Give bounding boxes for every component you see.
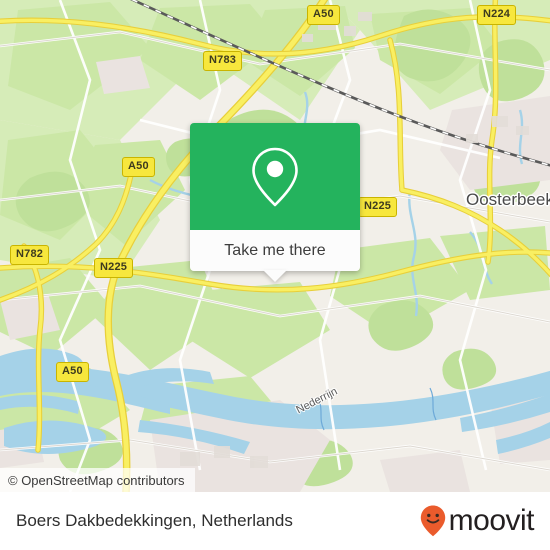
place-label-oosterbeek: Oosterbeek [466, 190, 550, 209]
moovit-map-screenshot: A50 N224 N783 A50 N225 N782 N225 A50 Oos… [0, 0, 550, 550]
map-pin-icon [252, 147, 298, 206]
moovit-brand[interactable]: moovit [419, 504, 535, 538]
road-shield-n783[interactable]: N783 [203, 51, 243, 71]
osm-attribution[interactable]: © OpenStreetMap contributors [0, 468, 195, 492]
location-callout-card[interactable]: Take me there [190, 123, 360, 282]
road-shield-n225-east[interactable]: N225 [358, 197, 398, 217]
road-shield-n782[interactable]: N782 [10, 245, 50, 265]
map-canvas[interactable]: A50 N224 N783 A50 N225 N782 N225 A50 Oos… [0, 0, 550, 492]
moovit-pin-smile-icon [420, 505, 445, 537]
moovit-wordmark: moovit [448, 504, 535, 537]
road-shield-a50-south[interactable]: A50 [56, 362, 89, 382]
take-me-there-label: Take me there [224, 241, 326, 259]
callout-pointer-tail [263, 270, 287, 282]
road-shield-n224[interactable]: N224 [477, 5, 517, 25]
callout-cta-area[interactable]: Take me there [190, 230, 360, 282]
road-shield-n225-west[interactable]: N225 [94, 258, 134, 278]
road-shield-a50-top[interactable]: A50 [307, 5, 340, 25]
footer-bar: Boers Dakbedekkingen, Netherlands moovit [0, 492, 550, 550]
road-shield-a50-mid[interactable]: A50 [122, 157, 155, 177]
page-title: Boers Dakbedekkingen, Netherlands [16, 511, 293, 530]
callout-pin-area [190, 123, 360, 230]
osm-attribution-text: © OpenStreetMap contributors [8, 472, 185, 488]
